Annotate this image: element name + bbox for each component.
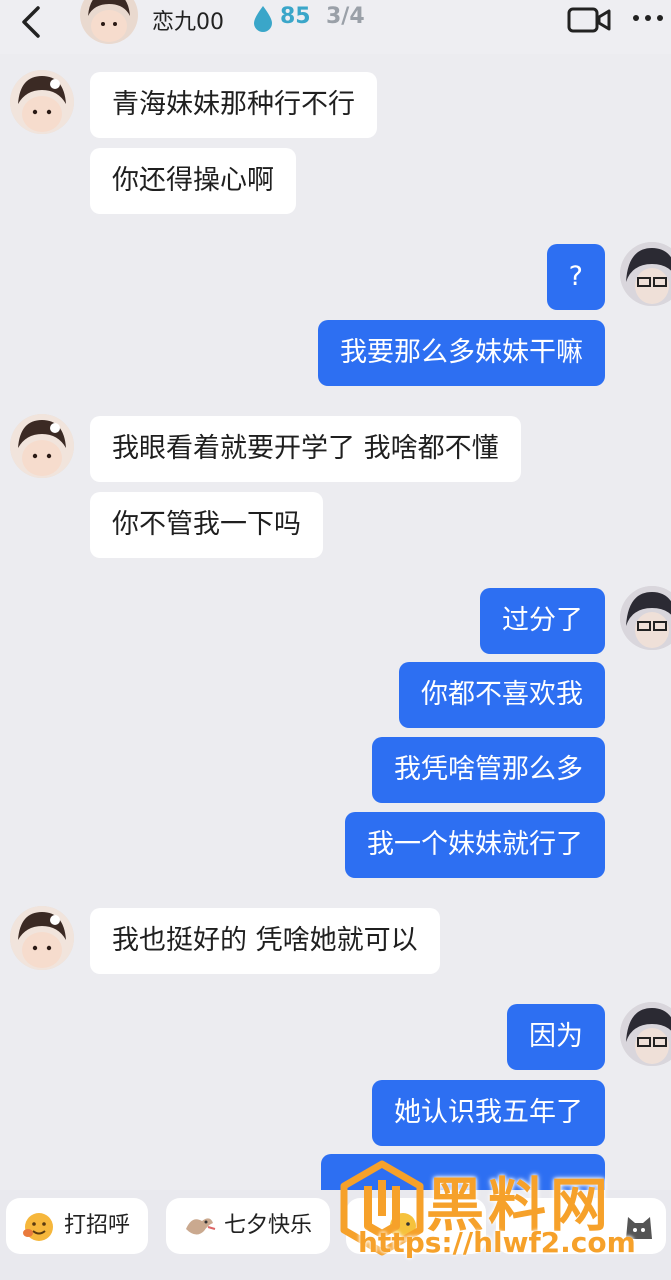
my-avatar[interactable] [620,1002,671,1066]
message-bubble-received[interactable]: 你还得操心啊 [90,148,296,214]
quick-reply-chip[interactable]: 打招呼 [6,1198,149,1254]
contact-avatar[interactable] [10,906,74,970]
contact-avatar[interactable] [80,0,138,44]
quick-reply-label: 七夕快乐 [224,1213,313,1238]
more-icon[interactable] [628,4,668,32]
contact-avatar[interactable] [10,70,74,134]
wave-emoji-icon [23,1213,53,1241]
message-bubble-received[interactable]: 我眼看着就要开学了 我啥都不懂 [90,416,521,482]
magpie-emoji-icon [186,1218,216,1235]
message-bubble-received[interactable]: 我也挺好的 凭啥她就可以 [90,908,440,974]
watermark-url: https://hlwf2.com [358,1226,636,1259]
back-arrow-icon[interactable] [14,2,50,42]
message-bubble-sent[interactable]: 我一个妹妹就行了 [345,812,605,878]
quick-reply-label: 打招呼 [64,1213,131,1238]
my-avatar[interactable] [620,242,671,306]
video-call-icon[interactable] [566,4,612,34]
message-bubble-sent[interactable]: ? [546,244,605,310]
my-avatar[interactable] [620,586,671,650]
page-indicator: 3/4 [326,4,365,29]
intimacy-score: 85 [280,4,311,29]
quick-reply-chip[interactable]: 七夕快乐 [166,1198,331,1254]
message-bubble-sent[interactable]: 我要那么多妹妹干嘛 [318,320,605,386]
message-bubble-sent[interactable]: 她认识我五年了 [372,1080,605,1146]
message-bubble-sent[interactable]: 因为 [507,1004,605,1070]
message-bubble-received[interactable]: 你不管我一下吗 [90,492,323,558]
contact-name[interactable]: 恋九00 [152,4,224,36]
chat-header: 恋九00 85 3/4 [0,0,671,54]
contact-avatar[interactable] [10,414,74,478]
message-bubble-sent[interactable]: 我凭啥管那么多 [372,737,605,803]
water-drop-icon [254,6,272,32]
message-bubble-sent[interactable]: 你都不喜欢我 [399,662,605,728]
message-bubble-sent[interactable]: 过分了 [480,588,605,654]
message-bubble-received[interactable]: 青海妹妹那种行不行 [90,72,377,138]
